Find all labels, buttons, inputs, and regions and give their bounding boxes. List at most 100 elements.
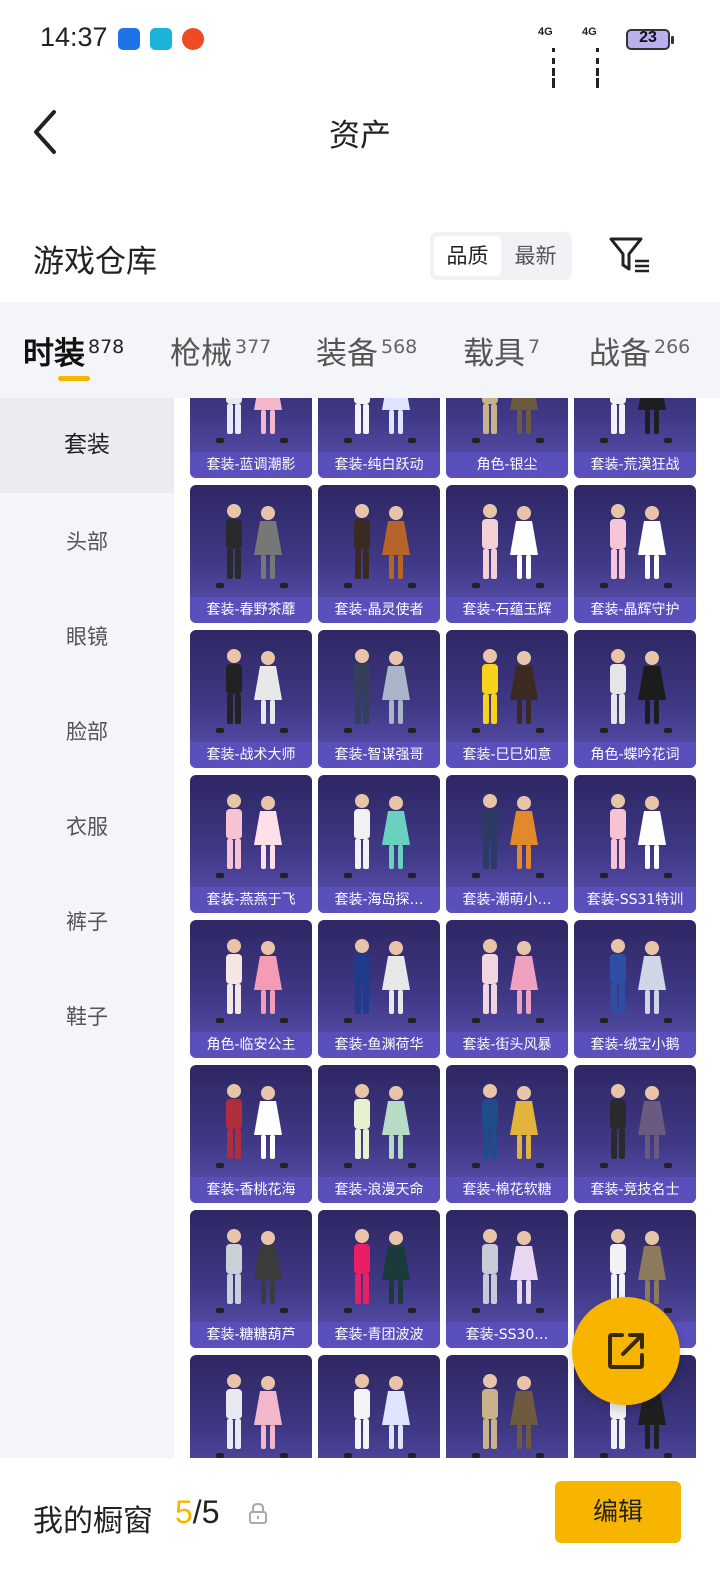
- news-notification-icon: [182, 28, 204, 50]
- filter-icon[interactable]: [608, 235, 652, 275]
- item-card[interactable]: 套装-街头风暴: [446, 920, 568, 1058]
- item-card[interactable]: 角色-临安公主: [190, 920, 312, 1058]
- tab-supplies[interactable]: 战备 266: [589, 328, 690, 373]
- sidebar-item-head[interactable]: 头部: [0, 495, 174, 590]
- sort-quality-button[interactable]: 品质: [434, 236, 501, 276]
- item-card[interactable]: 套装-SS30…: [446, 1210, 568, 1348]
- network-type-1: 4G: [538, 26, 553, 38]
- item-card[interactable]: 套装-燕燕于飞: [190, 775, 312, 913]
- status-bar: 14:37 4G 4G 23: [0, 0, 720, 88]
- item-label: 套装-SS31特训: [574, 887, 696, 913]
- item-card[interactable]: 套装-星途旅人: [190, 1355, 312, 1458]
- item-card[interactable]: 套装-春野茶蘼: [190, 485, 312, 623]
- outfit-figure-icon: [600, 939, 672, 1023]
- item-label: 套装-青团波波: [318, 1322, 440, 1348]
- item-card[interactable]: 套装-晶灵使者: [318, 485, 440, 623]
- edit-button[interactable]: 编辑: [555, 1481, 681, 1543]
- item-card[interactable]: 套装-荒漠狂战: [574, 398, 696, 478]
- share-icon: [608, 1333, 644, 1369]
- item-card[interactable]: 套装-晶辉守护: [574, 485, 696, 623]
- tab-label: 载具: [463, 336, 525, 372]
- item-card[interactable]: 套装-浪漫天命: [318, 1065, 440, 1203]
- sort-latest-button[interactable]: 最新: [502, 236, 569, 276]
- showcase-current: 5: [175, 1494, 193, 1530]
- share-button[interactable]: [572, 1297, 680, 1405]
- outfit-figure-icon: [216, 398, 288, 443]
- item-card[interactable]: 套装-竞技名士: [574, 1065, 696, 1203]
- sidebar-item-pants[interactable]: 裤子: [0, 875, 174, 970]
- sort-toggle: 品质 最新: [430, 232, 572, 280]
- item-card[interactable]: 套装-糖糖葫芦: [190, 1210, 312, 1348]
- tab-equipment[interactable]: 装备 568: [316, 328, 417, 373]
- outfit-figure-icon: [472, 398, 544, 443]
- item-card[interactable]: 套装-潮萌小…: [446, 775, 568, 913]
- item-card[interactable]: 套装-巳巳如意: [446, 630, 568, 768]
- item-card[interactable]: 套装-鱼渊荷华: [318, 920, 440, 1058]
- sidebar-item-face[interactable]: 脸部: [0, 685, 174, 780]
- item-card[interactable]: 套装-棉花软糖: [446, 1065, 568, 1203]
- sidebar-item-clothes[interactable]: 衣服: [0, 780, 174, 875]
- page-title: 资产: [329, 118, 391, 154]
- item-card[interactable]: 套装-蓝调潮影: [190, 398, 312, 478]
- tab-count: 266: [654, 335, 691, 358]
- item-label: 套装-海岛探…: [318, 887, 440, 913]
- item-label: 套装-春野茶蘼: [190, 597, 312, 623]
- item-card[interactable]: 套装-SS31特训: [574, 775, 696, 913]
- outfit-figure-icon: [472, 1374, 544, 1458]
- tab-count: 377: [235, 335, 272, 358]
- item-label: 角色-蝶吟花词: [574, 742, 696, 768]
- item-label: 套装-晶灵使者: [318, 597, 440, 623]
- outfit-figure-icon: [600, 794, 672, 878]
- outfit-figure-icon: [472, 939, 544, 1023]
- outfit-figure-icon: [344, 1374, 416, 1458]
- item-label: 套装-智谋强哥: [318, 742, 440, 768]
- item-card[interactable]: 套装-海岛探…: [318, 775, 440, 913]
- item-card[interactable]: 套装-绒宝小鹅: [574, 920, 696, 1058]
- item-label: 套装-巳巳如意: [446, 742, 568, 768]
- battery-level: 23: [639, 29, 657, 46]
- tab-label: 时装: [23, 336, 85, 372]
- item-card[interactable]: 角色-银尘: [446, 398, 568, 478]
- item-label: 套装-香桃花海: [190, 1177, 312, 1203]
- outfit-figure-icon: [216, 794, 288, 878]
- item-card[interactable]: 套装-淡雅花蕊: [446, 1355, 568, 1458]
- outfit-figure-icon: [600, 1084, 672, 1168]
- item-card[interactable]: 套装-战术大师: [190, 630, 312, 768]
- sidebar-item-shoes[interactable]: 鞋子: [0, 970, 174, 1065]
- item-label: 套装-棉花软糖: [446, 1177, 568, 1203]
- outfit-figure-icon: [344, 794, 416, 878]
- item-card[interactable]: 套装-纯白跃动: [318, 398, 440, 478]
- battery-icon: 23: [626, 29, 674, 50]
- outfit-figure-icon: [472, 1229, 544, 1313]
- item-label: 套装-蓝调潮影: [190, 452, 312, 478]
- outfit-figure-icon: [344, 1084, 416, 1168]
- status-time: 14:37: [40, 22, 108, 52]
- outfit-figure-icon: [472, 649, 544, 733]
- item-card[interactable]: 套装-智谋强哥: [318, 630, 440, 768]
- tab-vehicles[interactable]: 载具 7: [463, 328, 540, 373]
- item-card[interactable]: 套装-香桃花海: [190, 1065, 312, 1203]
- outfit-figure-icon: [472, 794, 544, 878]
- tab-label: 战备: [589, 336, 651, 372]
- bottom-bar: 我的橱窗 5/5 编辑: [0, 1458, 720, 1584]
- signal-icon-1: 4G: [538, 26, 555, 88]
- item-label: 套装-鱼渊荷华: [318, 1032, 440, 1058]
- item-card[interactable]: 角色-蝶吟花词: [574, 630, 696, 768]
- showcase-label: 我的橱窗: [33, 1504, 153, 1539]
- sidebar-item-set[interactable]: 套装: [0, 398, 174, 493]
- item-card[interactable]: 套装-石蕴玉辉: [446, 485, 568, 623]
- tab-count: 568: [381, 335, 418, 358]
- showcase-count: 5/5: [175, 1494, 219, 1531]
- sidebar-item-glasses[interactable]: 眼镜: [0, 590, 174, 685]
- signal-icon-2: 4G: [582, 26, 599, 88]
- outfit-figure-icon: [344, 1229, 416, 1313]
- network-type-2: 4G: [582, 26, 597, 38]
- item-card[interactable]: 套装-神秘黑猫: [318, 1355, 440, 1458]
- item-card[interactable]: 套装-青团波波: [318, 1210, 440, 1348]
- outfit-figure-icon: [600, 504, 672, 588]
- item-label: 套装-纯白跃动: [318, 452, 440, 478]
- tab-guns[interactable]: 枪械 377: [170, 328, 271, 373]
- outfit-figure-icon: [216, 939, 288, 1023]
- tab-fashion[interactable]: 时装 878: [23, 328, 124, 373]
- item-label: 角色-临安公主: [190, 1032, 312, 1058]
